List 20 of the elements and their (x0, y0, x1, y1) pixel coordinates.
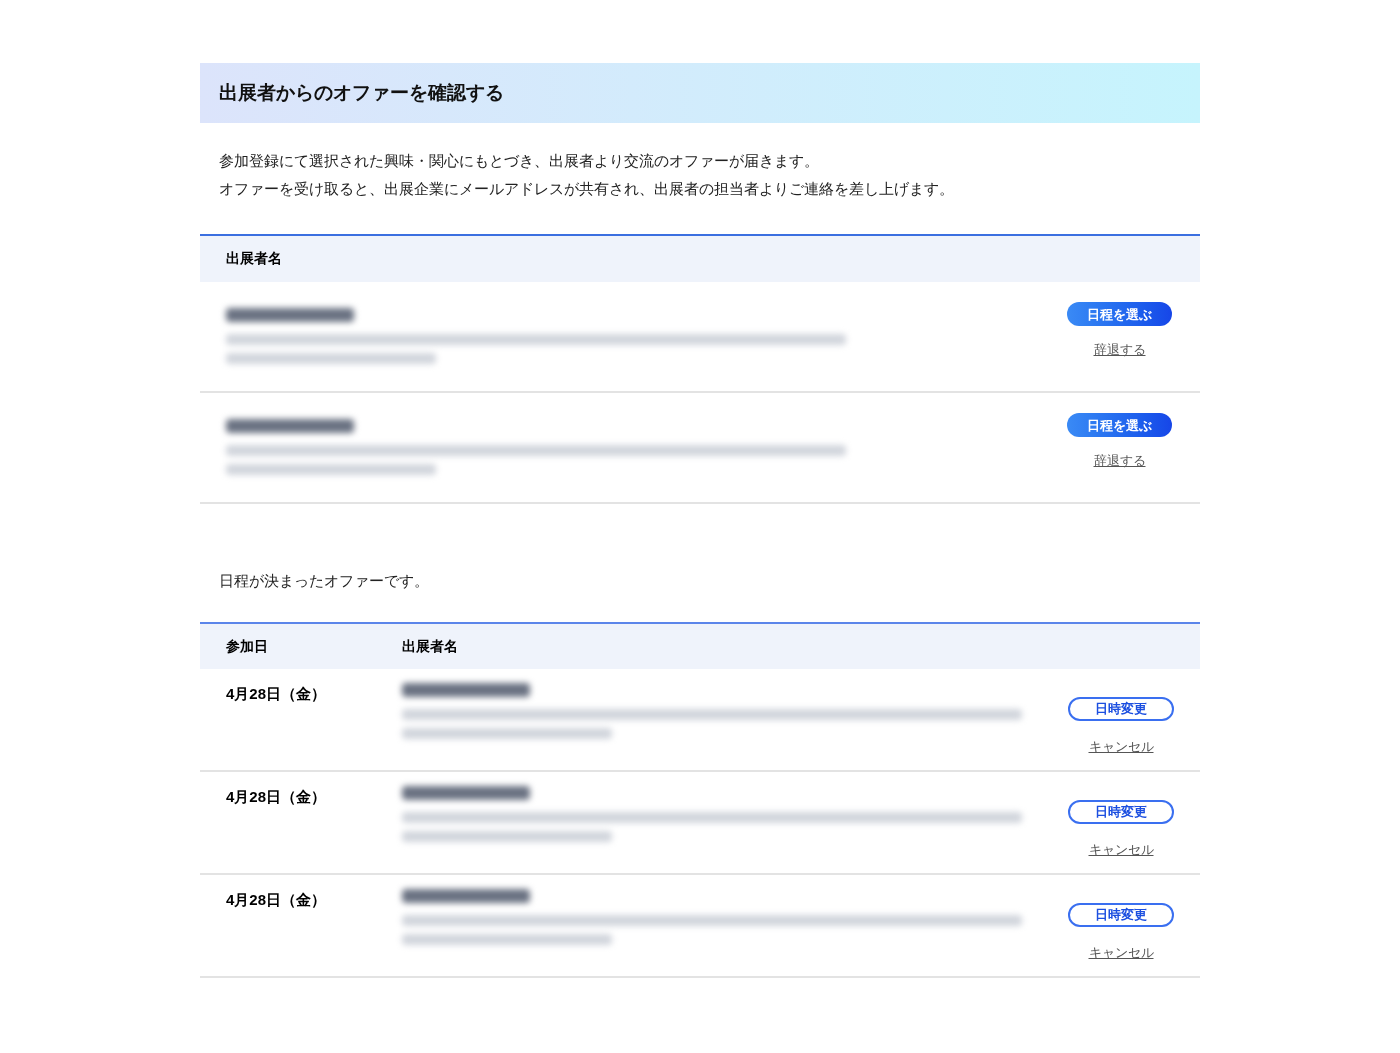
date-cell-text: 4月28日（金） (226, 684, 328, 704)
scheduled-note: 日程が決まったオファーです。 (218, 570, 430, 591)
decline-link[interactable]: 辞退する (1093, 451, 1146, 471)
column-header: 参加日 (226, 637, 269, 656)
change-date-button[interactable]: 日時変更 (1068, 800, 1174, 824)
date-cell-text: 4月28日（金） (226, 787, 328, 807)
cancel-link[interactable]: キャンセル (1088, 737, 1154, 757)
change-date-button[interactable]: 日時変更 (1068, 903, 1174, 927)
date-cell-text: 4月28日（金） (226, 890, 328, 910)
decline-link[interactable]: 辞退する (1093, 340, 1146, 360)
cancel-link[interactable]: キャンセル (1088, 943, 1154, 963)
schedule-button[interactable]: 日程を選ぶ (1067, 413, 1172, 438)
column-header: 出展者名 (402, 637, 458, 656)
intro-text: 参加登録にて選択された興味・関心にもとづき、出展者より交流のオファーが届きます。 (219, 152, 820, 171)
page-title: 出展者からのオファーを確認する (219, 80, 504, 105)
column-header: 出展者名 (226, 249, 282, 268)
intro-text: オファーを受け取ると、出展企業にメールアドレスが共有され、出展者の担当者よりご連絡を差し上げます。 (219, 179, 955, 199)
schedule-button[interactable]: 日程を選ぶ (1067, 302, 1172, 327)
cancel-link[interactable]: キャンセル (1088, 840, 1154, 860)
change-date-button[interactable]: 日時変更 (1068, 697, 1174, 721)
